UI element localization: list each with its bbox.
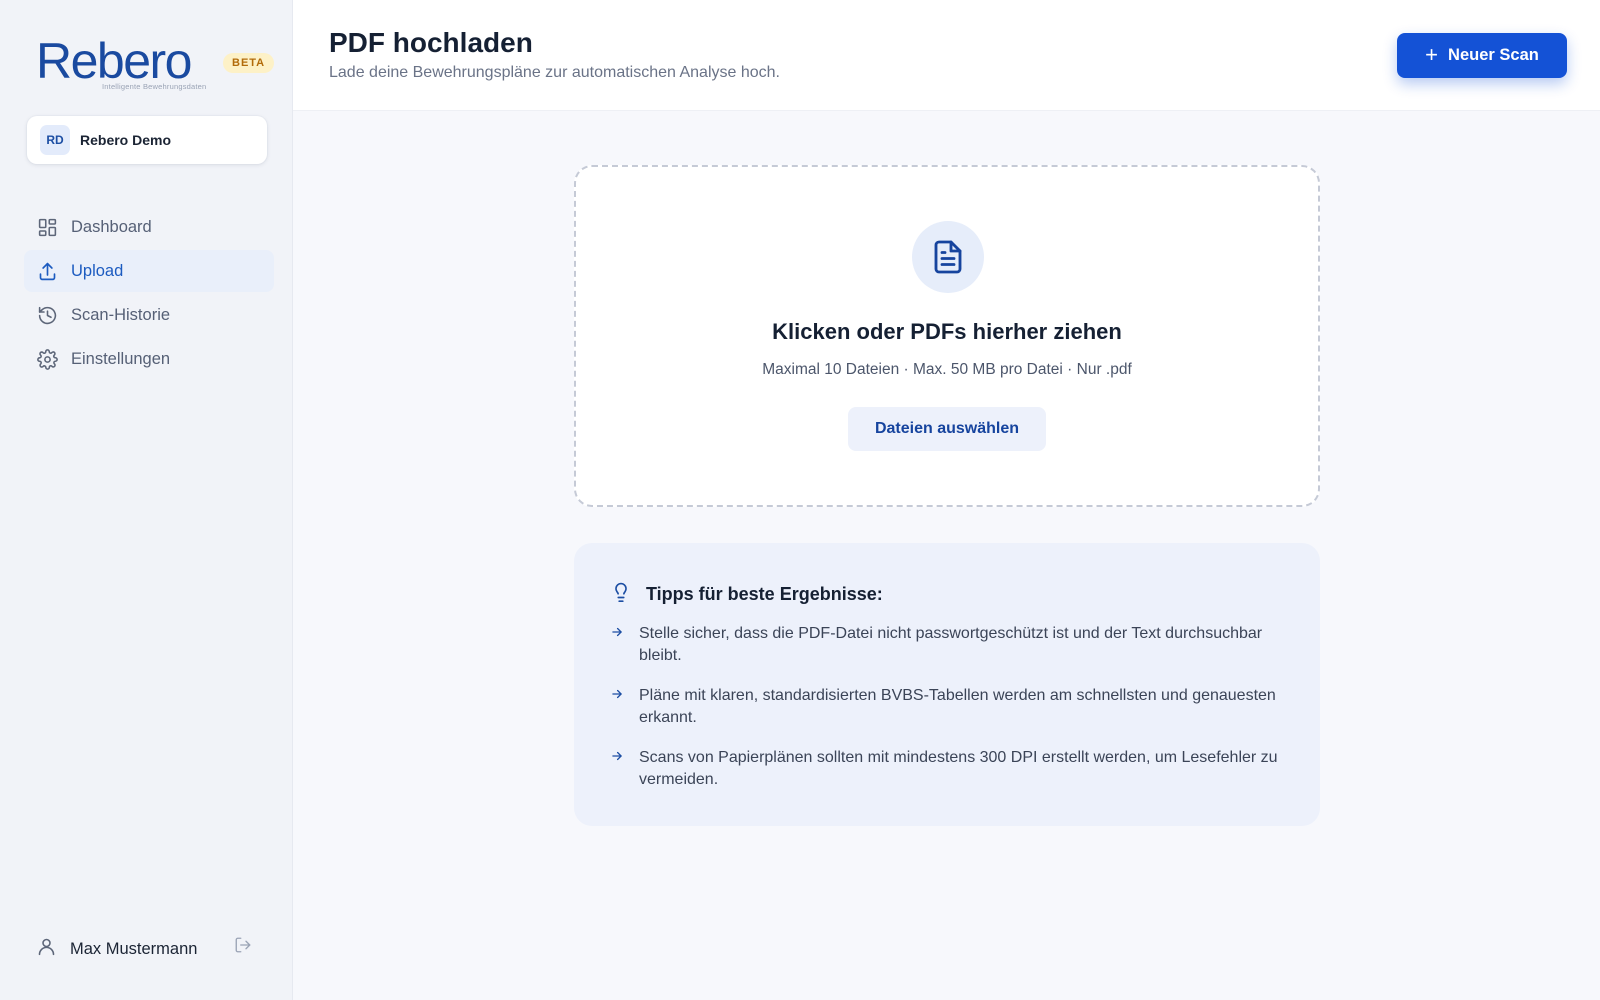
user-icon bbox=[36, 936, 57, 962]
page-title: PDF hochladen bbox=[329, 27, 533, 58]
page-subtitle: Lade deine Bewehrungspläne zur automatis… bbox=[329, 64, 780, 81]
tip-item: Stelle sicher, dass die PDF-Datei nicht … bbox=[610, 623, 1290, 667]
arrow-right-icon bbox=[610, 623, 630, 667]
choose-files-button[interactable]: Dateien auswählen bbox=[848, 407, 1046, 451]
organization-switcher[interactable]: RD Rebero Demo bbox=[27, 116, 267, 164]
arrow-right-icon bbox=[610, 747, 630, 791]
sidebar-item-scan-history[interactable]: Scan-Historie bbox=[24, 294, 274, 336]
arrow-right-icon bbox=[610, 685, 630, 729]
tip-item: Scans von Papierplänen sollten mit minde… bbox=[610, 747, 1290, 791]
org-avatar: RD bbox=[40, 125, 70, 155]
file-icon bbox=[912, 221, 984, 293]
dropzone-title: Klicken oder PDFs hierher ziehen bbox=[772, 319, 1122, 344]
sidebar-item-settings[interactable]: Einstellungen bbox=[24, 338, 274, 380]
sidebar: Rebero Intelligente Bewehrungsdaten BETA… bbox=[0, 0, 293, 1000]
tips-panel: Tipps für beste Ergebnisse: Stelle siche… bbox=[574, 543, 1320, 826]
logo[interactable]: Rebero Intelligente Bewehrungsdaten BETA bbox=[36, 36, 276, 94]
brand-tagline: Intelligente Bewehrungsdaten bbox=[102, 82, 207, 91]
lightbulb-icon bbox=[610, 581, 632, 608]
user-name: Max Mustermann bbox=[70, 939, 198, 958]
sidebar-item-dashboard[interactable]: Dashboard bbox=[24, 206, 274, 248]
tip-text: Scans von Papierplänen sollten mit minde… bbox=[639, 749, 1278, 788]
tip-text: Pläne mit klaren, standardisierten BVBS-… bbox=[639, 687, 1276, 726]
page-header: PDF hochladen Lade deine Bewehrungspläne… bbox=[293, 0, 1600, 111]
org-name: Rebero Demo bbox=[80, 132, 172, 148]
tip-item: Pläne mit klaren, standardisierten BVBS-… bbox=[610, 685, 1290, 729]
brand-name: Rebero bbox=[36, 33, 193, 89]
sidebar-item-upload[interactable]: Upload bbox=[24, 250, 274, 292]
gear-icon bbox=[36, 348, 58, 370]
tips-title: Tipps für beste Ergebnisse: bbox=[646, 584, 883, 604]
logout-icon[interactable] bbox=[234, 936, 252, 959]
upload-icon bbox=[36, 260, 58, 282]
sidebar-item-label: Dashboard bbox=[71, 217, 152, 236]
tips-header: Tipps für beste Ergebnisse: bbox=[610, 581, 883, 608]
history-icon bbox=[36, 304, 58, 326]
sidebar-item-label: Einstellungen bbox=[71, 349, 171, 368]
user-profile[interactable]: Max Mustermann bbox=[36, 936, 256, 962]
new-scan-label: Neuer Scan bbox=[1448, 46, 1539, 64]
pdf-dropzone[interactable]: Klicken oder PDFs hierher ziehen Maximal… bbox=[574, 165, 1320, 507]
beta-badge: BETA bbox=[223, 53, 275, 73]
sidebar-item-label: Scan-Historie bbox=[71, 305, 171, 324]
tip-text: Stelle sicher, dass die PDF-Datei nicht … bbox=[639, 625, 1263, 664]
plus-icon: + bbox=[1425, 41, 1439, 67]
new-scan-button[interactable]: + Neuer Scan bbox=[1397, 33, 1567, 78]
sidebar-nav: Dashboard Upload Scan-Historie Einstellu… bbox=[24, 206, 274, 382]
dashboard-icon bbox=[36, 216, 58, 238]
sidebar-item-label: Upload bbox=[71, 261, 124, 280]
dropzone-constraints: Maximal 10 Dateien · Max. 50 MB pro Date… bbox=[762, 361, 1132, 378]
